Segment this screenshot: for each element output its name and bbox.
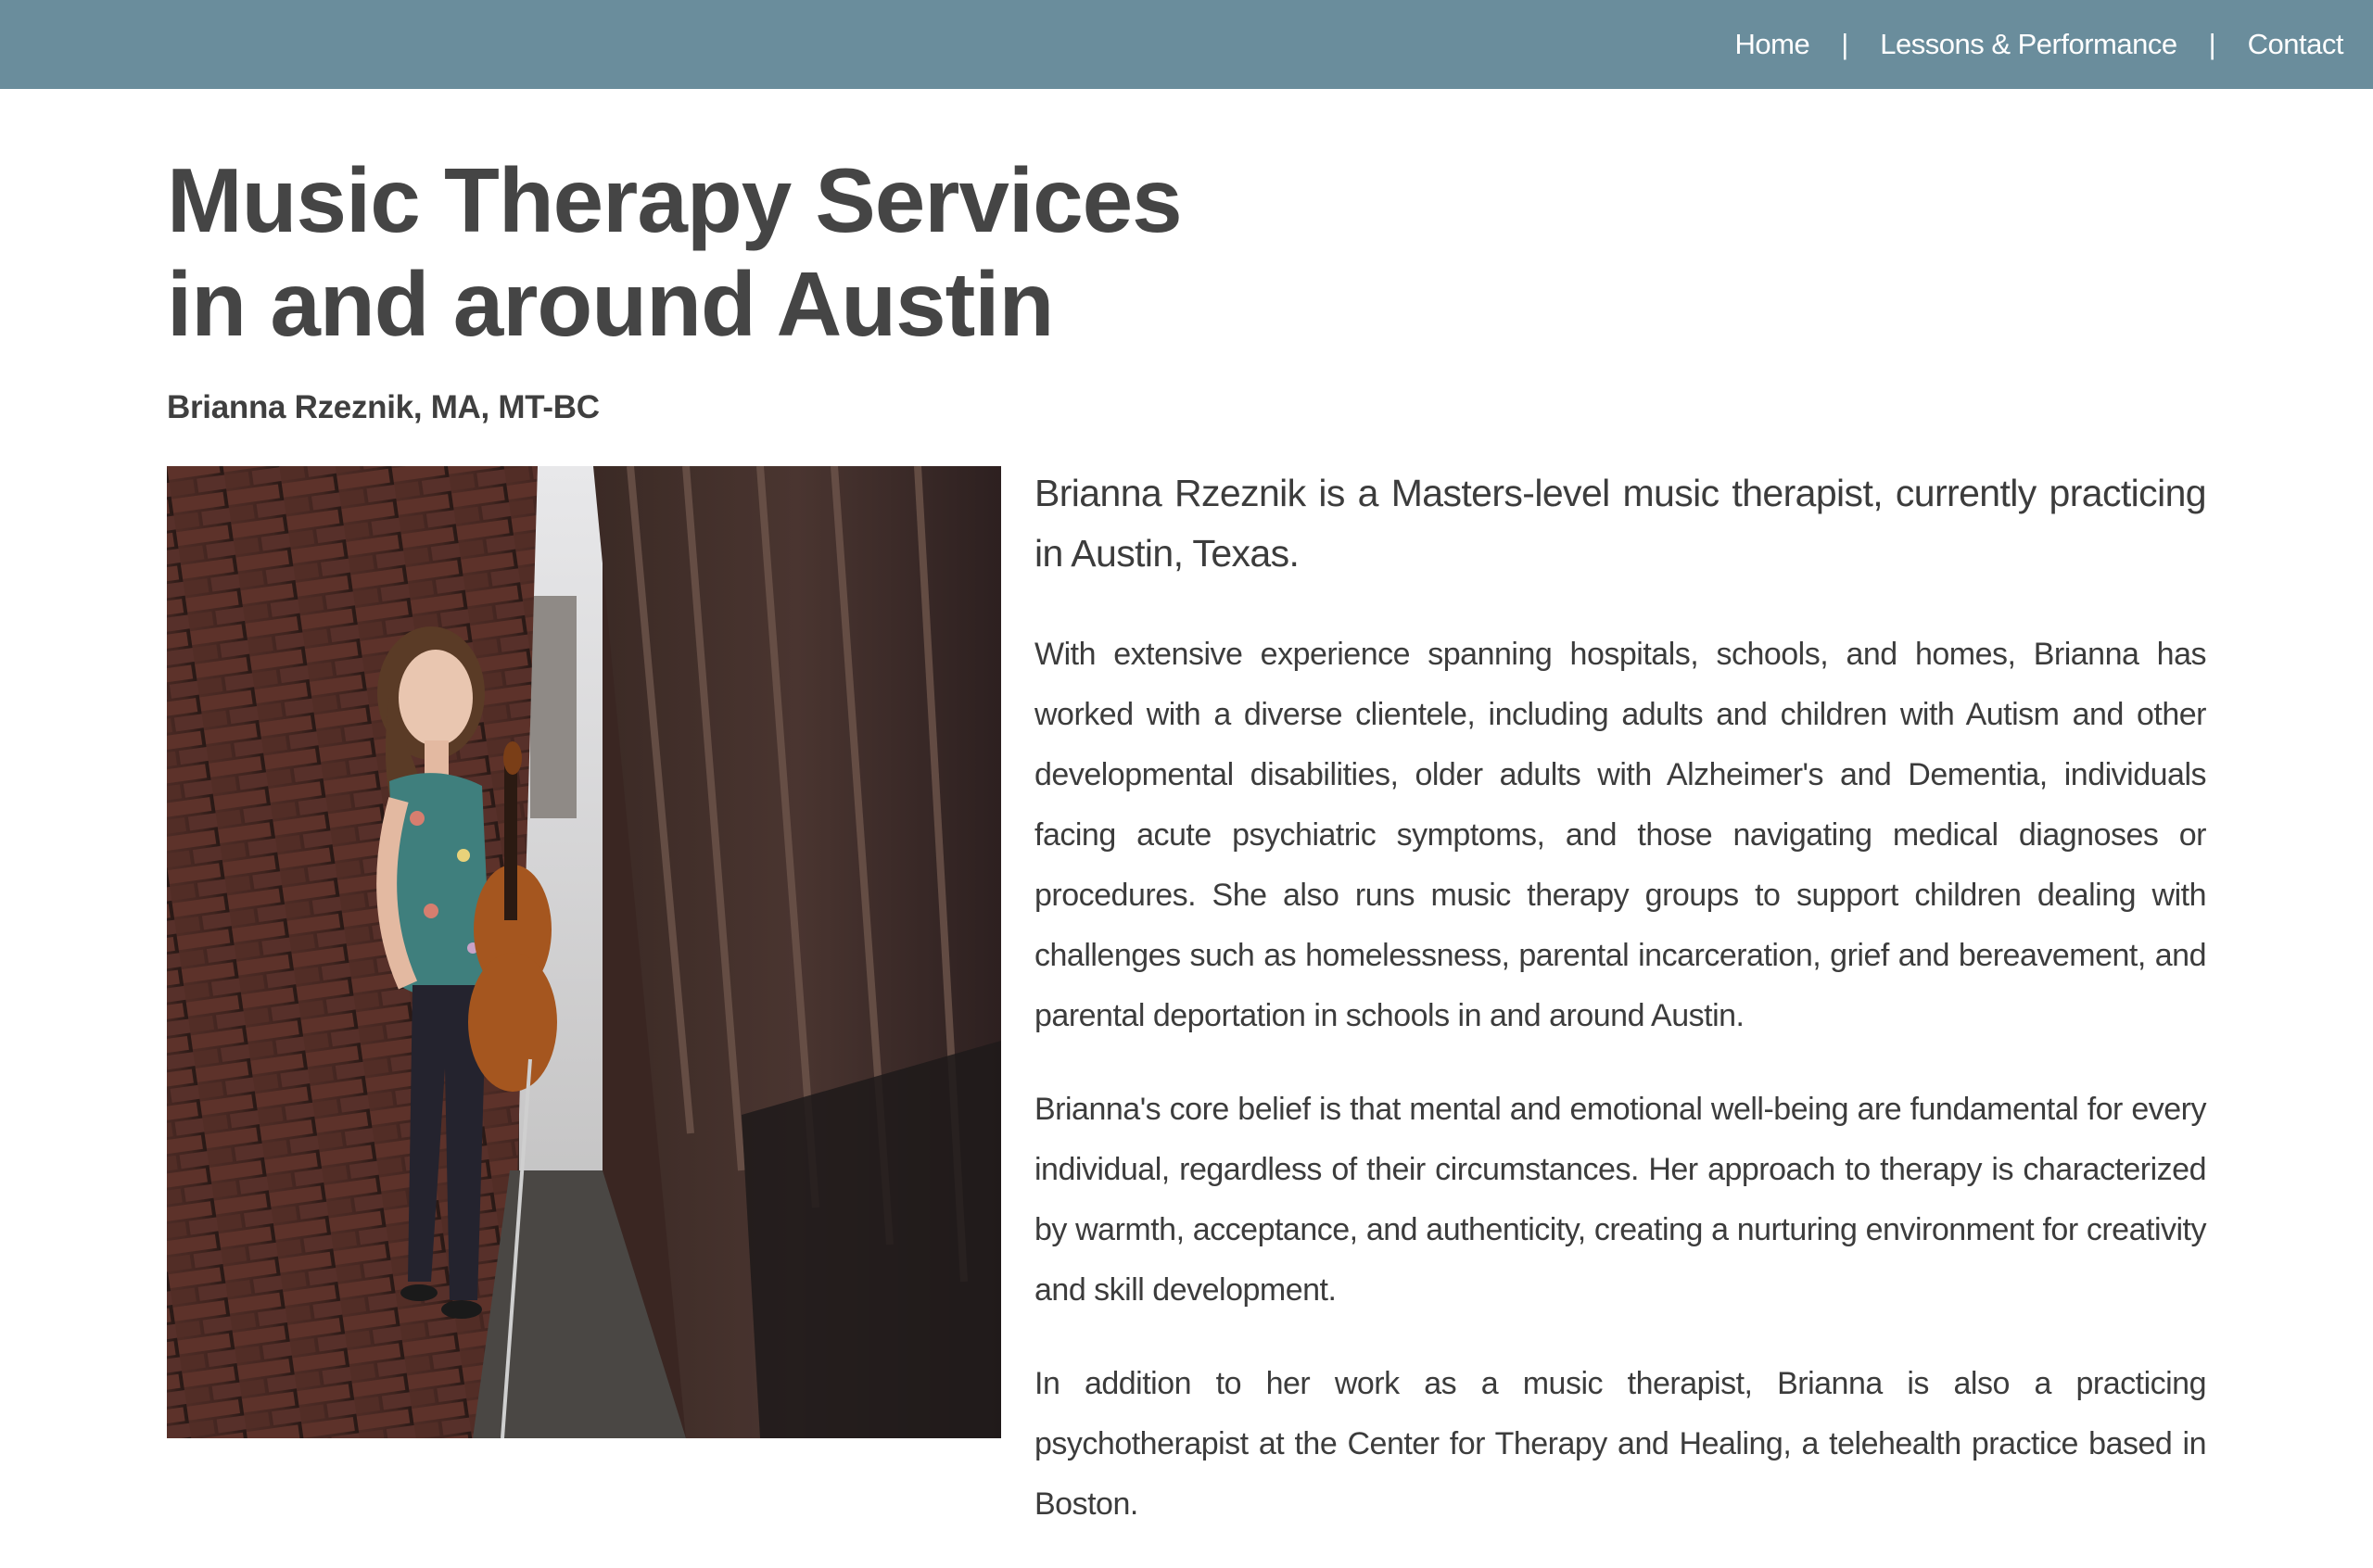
nav-link-lessons-performance[interactable]: Lessons & Performance [1880,28,2177,61]
page-title: Music Therapy Services in and around Aus… [167,149,1183,355]
therapist-credentials: Brianna Rzeznik, MA, MT-BC [167,389,600,425]
top-navigation-bar: Home | Lessons & Performance | Contact [0,0,2373,89]
bio-paragraph-belief: Brianna's core belief is that mental and… [1034,1092,2207,1308]
bio-lead: Brianna Rzeznik is a Masters-level music… [1034,472,2207,575]
nav-separator: | [2208,28,2216,60]
portrait-photo [167,466,1001,1438]
nav-link-home[interactable]: Home [1735,28,1810,61]
bio-paragraph-psychotherapist: In addition to her work as a music thera… [1034,1366,2207,1522]
bio-paragraph-experience: With extensive experience spanning hospi… [1034,637,2207,1033]
main-nav: Home | Lessons & Performance | Contact [1735,0,2344,89]
nav-separator: | [1841,28,1849,60]
nav-link-contact[interactable]: Contact [2248,28,2344,61]
bio-content: Brianna Rzeznik is a Masters-level music… [1034,463,2207,1568]
